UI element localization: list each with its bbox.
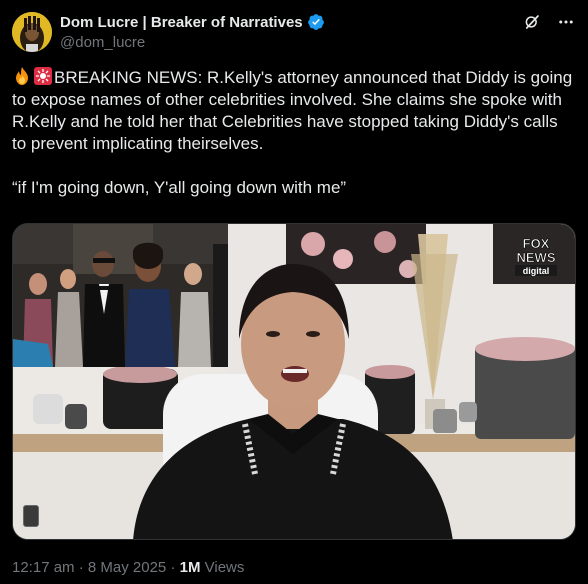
tweet: Dom Lucre | Breaker of Narratives @dom_l… (0, 0, 588, 584)
views-count: 1M (179, 559, 201, 576)
more-icon[interactable] (556, 12, 576, 32)
avatar-image (12, 12, 52, 52)
tweet-quote: “if I'm going down, Y'all going down wit… (12, 178, 347, 197)
fox-news-digital-watermark: FOX NEWS digital (509, 234, 563, 278)
grok-icon[interactable] (522, 12, 542, 32)
siren-emoji-icon (33, 66, 53, 86)
meta-separator: · (170, 559, 176, 576)
tweet-body: BREAKING NEWS: R.Kelly's attorney announ… (12, 68, 573, 153)
media-inset-photo (13, 224, 228, 367)
handle[interactable]: @dom_lucre (60, 34, 325, 51)
fire-emoji-icon (12, 66, 32, 86)
avatar[interactable] (12, 12, 52, 52)
author-block: Dom Lucre | Breaker of Narratives @dom_l… (60, 12, 325, 51)
meta-separator: · (78, 559, 84, 576)
tweet-paragraph: BREAKING NEWS: R.Kelly's attorney announ… (12, 66, 576, 155)
header-actions (522, 12, 576, 32)
media-video[interactable]: FOX NEWS digital (12, 223, 576, 540)
tweet-time[interactable]: 12:17 am (12, 559, 75, 576)
name-row: Dom Lucre | Breaker of Narratives (60, 12, 325, 32)
watermark-fox: FOX (523, 236, 550, 251)
watermark-digital: digital (523, 266, 550, 276)
verified-badge-icon (307, 13, 325, 31)
display-name[interactable]: Dom Lucre | Breaker of Narratives (60, 14, 303, 31)
media-badge-icon[interactable] (23, 505, 39, 527)
watermark-news: NEWS (517, 250, 556, 265)
tweet-meta: 12:17 am · 8 May 2025 · 1M Views (12, 559, 244, 576)
tweet-date[interactable]: 8 May 2025 (88, 559, 166, 576)
tweet-text: BREAKING NEWS: R.Kelly's attorney announ… (12, 66, 576, 199)
views-label: Views (204, 559, 245, 576)
